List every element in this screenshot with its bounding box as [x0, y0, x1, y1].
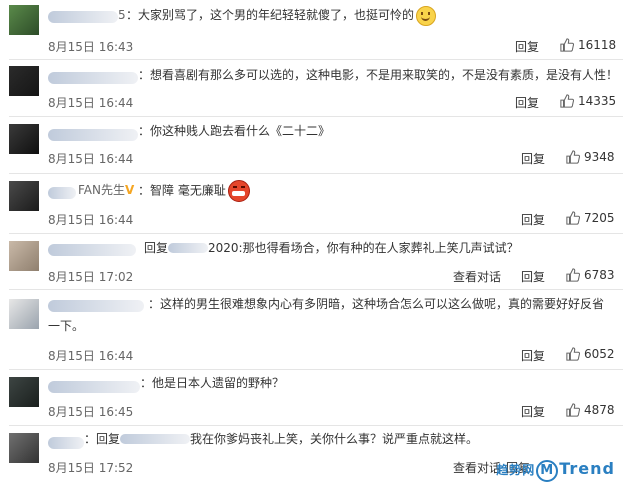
comment-time: 8月15日 16:43 — [48, 40, 134, 54]
reply-button[interactable]: 回复 — [521, 150, 545, 167]
reply-prefix: ：回复 — [84, 432, 121, 446]
thumbs-up-icon[interactable] — [566, 150, 580, 164]
username-blurred[interactable] — [48, 381, 140, 393]
username-blurred[interactable] — [48, 244, 136, 256]
comment-text: ：这样的男生很难想象内心有多阴暗，这种场合怎么可以这么做呢，真的需要好好反省 — [148, 297, 605, 311]
username-blurred[interactable] — [48, 129, 138, 141]
watermark-right: Trend — [559, 459, 615, 478]
comment-text: ：回复 我在你爹妈丧礼上笑，关你什么事？说严重点就这样。 — [84, 429, 478, 449]
view-conversation-link[interactable]: 查看对话 — [453, 459, 501, 476]
comment-body: 我在你爹妈丧礼上笑，关你什么事？说严重点就这样。 — [190, 432, 479, 446]
avatar[interactable] — [9, 66, 39, 96]
username-blurred[interactable] — [48, 72, 138, 84]
divider — [9, 369, 623, 370]
like-count: 6783 — [584, 268, 615, 282]
verified-badge-icon: V — [125, 183, 135, 197]
like-count: 9348 — [584, 150, 615, 164]
view-conversation-link[interactable]: 查看对话 — [453, 268, 501, 285]
avatar[interactable] — [9, 299, 39, 329]
avatar[interactable] — [9, 5, 39, 35]
comment-time: 8月15日 16:44 — [48, 349, 134, 363]
avatar[interactable] — [9, 377, 39, 407]
avatar[interactable] — [9, 433, 39, 463]
thumbs-up-icon[interactable] — [566, 268, 580, 282]
reply-button[interactable]: 回复 — [521, 211, 545, 228]
reply-button[interactable]: 回复 — [515, 94, 539, 111]
divider — [9, 289, 623, 290]
comment-body: ：大家别骂了，这个男的年纪轻轻就傻了，也挺可怜的 — [126, 8, 415, 22]
reply-target-blurred[interactable] — [168, 243, 209, 253]
username-tail[interactable]: 5 — [118, 5, 126, 25]
divider — [9, 173, 623, 174]
watermark-left: 趋势网 — [496, 463, 536, 477]
username-tail[interactable]: FAN先生V — [78, 180, 134, 200]
thumbs-up-icon[interactable] — [566, 211, 580, 225]
comment-time: 8月15日 16:45 — [48, 405, 134, 419]
divider — [9, 116, 623, 117]
reply-button[interactable]: 回复 — [521, 347, 545, 364]
reply-target-blurred[interactable] — [120, 434, 191, 444]
comment-text: ：大家别骂了，这个男的年纪轻轻就傻了，也挺可怜的 — [126, 5, 437, 26]
avatar[interactable] — [9, 124, 39, 154]
comment-text-line2: 一下。 — [48, 319, 85, 333]
comment-time: 8月15日 17:02 — [48, 270, 134, 284]
comment-body: ：智障 毫无廉耻 — [138, 183, 226, 198]
reply-button[interactable]: 回复 — [521, 403, 545, 420]
username-blurred[interactable] — [48, 437, 84, 449]
like-count: 7205 — [584, 211, 615, 225]
username-blurred[interactable] — [48, 300, 144, 312]
thumbs-up-icon[interactable] — [560, 94, 574, 108]
username-blurred[interactable] — [48, 11, 118, 23]
angry-emoji-icon — [227, 180, 250, 202]
comment-text: ：你这种贱人跑去看什么《二十二》 — [138, 124, 331, 138]
reply-button[interactable]: 回复 — [515, 38, 539, 55]
avatar[interactable] — [9, 181, 39, 211]
like-count: 16118 — [578, 38, 617, 52]
comment-time: 8月15日 16:44 — [48, 152, 134, 166]
avatar[interactable] — [9, 241, 39, 271]
comment-time: 8月15日 17:52 — [48, 461, 134, 475]
reply-prefix: 回复 — [144, 241, 169, 255]
comment-body: 2020:那也得看场合，你有种的在人家葬礼上笑几声试试？ — [208, 241, 519, 255]
comment-text: 回复 2020:那也得看场合，你有种的在人家葬礼上笑几声试试？ — [144, 238, 519, 258]
divider — [9, 233, 623, 234]
divider — [9, 425, 623, 426]
thumbs-up-icon[interactable] — [560, 38, 574, 52]
thumbs-up-icon[interactable] — [566, 403, 580, 417]
username-blurred[interactable] — [48, 187, 76, 199]
username-visible[interactable]: FAN先生 — [78, 183, 125, 197]
watermark-logo-icon: M — [536, 460, 559, 482]
like-count: 14335 — [578, 94, 617, 108]
comment-text: ：想看喜剧有那么多可以选的，这种电影，不是用来取笑的，不是没有素质，是没有人性！ — [138, 68, 619, 82]
divider — [9, 59, 623, 60]
reply-button[interactable]: 回复 — [521, 268, 545, 285]
like-count: 4878 — [584, 403, 615, 417]
comment-time: 8月15日 16:44 — [48, 213, 134, 227]
comment-text: ：智障 毫无廉耻 — [138, 180, 250, 202]
smile-emoji-icon — [416, 5, 437, 26]
like-count: 6052 — [584, 347, 615, 361]
thumbs-up-icon[interactable] — [566, 347, 580, 361]
comment-text: ：他是日本人遗留的野种？ — [140, 376, 285, 390]
watermark: 趋势网 M Trend — [496, 459, 615, 482]
comment-time: 8月15日 16:44 — [48, 96, 134, 110]
